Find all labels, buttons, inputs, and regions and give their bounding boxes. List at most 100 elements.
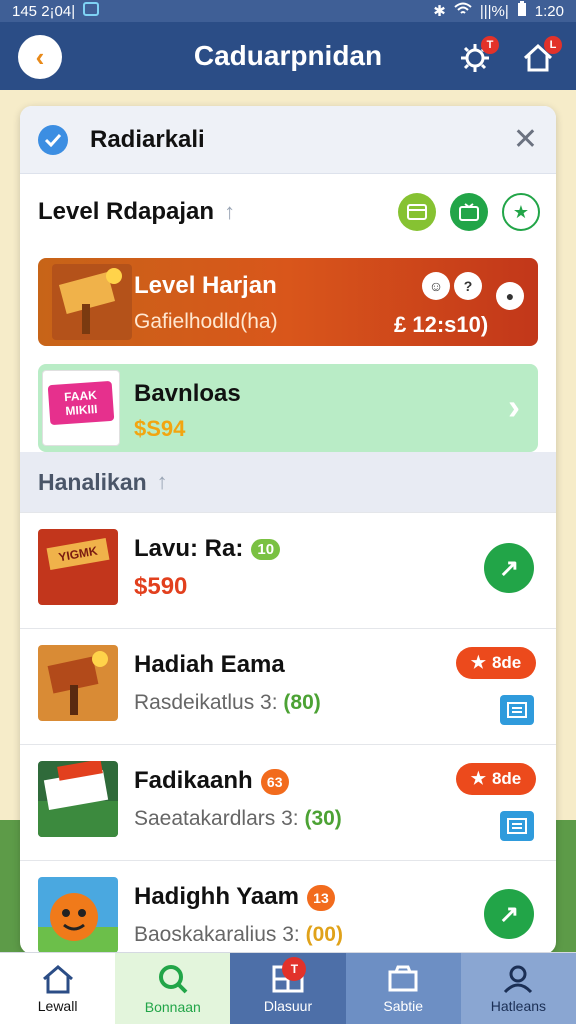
banner-price: £ 12:s10) bbox=[394, 312, 489, 337]
banner-thumbnail bbox=[52, 264, 132, 340]
filter-star-button[interactable]: ★ bbox=[502, 193, 540, 231]
list-item[interactable]: Hadighh Yaam 13 Baoskakaralius 3: (00) ↗ bbox=[20, 860, 556, 954]
user-icon[interactable]: ● bbox=[496, 282, 524, 310]
rating-badge[interactable]: ★ 8de bbox=[456, 763, 536, 795]
item-title: Fadikaanh 63 bbox=[134, 767, 289, 795]
item-thumbnail bbox=[38, 645, 118, 721]
item-tag: 10 bbox=[251, 539, 281, 561]
status-time-left: 145 2¡04| bbox=[12, 2, 76, 20]
thumb-label: YIGMK bbox=[46, 537, 110, 571]
close-icon[interactable]: ✕ bbox=[513, 122, 538, 157]
download-banner[interactable]: FAAK MIKIII Bavnloas $S94 › bbox=[38, 364, 538, 452]
item-tag: 63 bbox=[260, 768, 289, 795]
nav-label: Bonnaan bbox=[144, 998, 201, 1015]
list-header: Hanalikan ↑ bbox=[20, 452, 556, 512]
open-button[interactable]: ↗ bbox=[484, 889, 534, 939]
nav-item-dashboard[interactable]: T Dlasuur bbox=[230, 953, 346, 1024]
signal-text: |||%| bbox=[479, 2, 509, 20]
nav-item-table[interactable]: Sabtie bbox=[345, 953, 461, 1024]
sort-up-icon[interactable]: ↑ bbox=[157, 469, 168, 495]
item-subtitle: Baoskakaralius 3: (00) bbox=[134, 923, 343, 947]
home-icon bbox=[42, 964, 73, 993]
settings-badge: T bbox=[481, 36, 499, 54]
bluetooth-icon: ✱ bbox=[433, 3, 446, 20]
document-icon[interactable] bbox=[500, 811, 534, 841]
status-bar: 145 2¡04| ✱ |||%| 1:20 bbox=[0, 0, 576, 22]
star-icon: ★ bbox=[470, 653, 486, 672]
card-icon bbox=[407, 204, 427, 220]
page-title: Caduarpnidan bbox=[193, 40, 383, 71]
open-button[interactable]: ↗ bbox=[484, 543, 534, 593]
panel-title: Radiarkali bbox=[90, 125, 205, 153]
nav-label: Hatleans bbox=[490, 997, 547, 1014]
item-subtitle-text: Baoskakaralius 3: bbox=[134, 923, 300, 946]
item-tag: 13 bbox=[306, 884, 335, 911]
item-thumbnail bbox=[38, 877, 118, 953]
arrow-icon: ↗ bbox=[498, 554, 520, 582]
item-count: (30) bbox=[304, 807, 342, 830]
filter-card-button[interactable] bbox=[398, 193, 436, 231]
item-title-text: Fadikaanh bbox=[134, 767, 253, 794]
list-header-title: Hanalikan bbox=[38, 468, 147, 495]
sort-up-icon[interactable]: ↑ bbox=[224, 199, 235, 225]
rating-badge[interactable]: ★ 8de bbox=[456, 647, 536, 679]
home-badge: L bbox=[544, 36, 562, 54]
item-thumbnail bbox=[38, 761, 118, 837]
person-icon bbox=[504, 965, 533, 993]
chevron-left-icon: ‹ bbox=[35, 41, 45, 72]
bottom-nav: Lewall Bonnaan T Dlasuur Sabtie Hatleans bbox=[0, 952, 576, 1024]
profile-icon[interactable]: ☺ bbox=[422, 272, 450, 300]
filter-tv-button[interactable] bbox=[450, 193, 488, 231]
item-price: $590 bbox=[134, 573, 188, 600]
document-icon[interactable] bbox=[500, 695, 534, 725]
nav-label: Sabtie bbox=[383, 997, 424, 1014]
tv-icon bbox=[459, 203, 479, 221]
thumb-label: FAAK MIKIII bbox=[47, 380, 115, 426]
main-panel: Radiarkali ✕ Level Rdapajan ↑ ★ Level Ha… bbox=[20, 106, 556, 954]
item-count: (00) bbox=[305, 923, 343, 946]
featured-banner[interactable]: Level Harjan Gafielhodld(ha) ☺ ? ● £ 12:… bbox=[38, 258, 538, 346]
search-icon bbox=[158, 964, 188, 993]
item-subtitle: Rasdeikatlus 3: (80) bbox=[134, 691, 321, 715]
info-icon[interactable]: ? bbox=[454, 272, 482, 300]
item-title: Hadighh Yaam 13 bbox=[134, 883, 335, 911]
item-title-text: Hadighh Yaam bbox=[134, 883, 299, 910]
notification-icon bbox=[83, 2, 100, 20]
item-subtitle: Saeatakardlars 3: (30) bbox=[134, 807, 342, 831]
item-thumbnail: YIGMK bbox=[38, 529, 118, 605]
section-title: Level Rdapajan bbox=[38, 198, 215, 225]
list-item[interactable]: YIGMK Lavu: Ra: 10 $590 ↗ bbox=[20, 512, 556, 628]
check-icon bbox=[38, 124, 68, 155]
banner-title: Level Harjan bbox=[134, 272, 277, 299]
chevron-right-icon[interactable]: › bbox=[508, 386, 520, 428]
item-subtitle-text: Saeatakardlars 3: bbox=[134, 807, 299, 830]
home-button[interactable]: L bbox=[518, 36, 562, 78]
download-thumbnail: FAAK MIKIII bbox=[42, 370, 120, 446]
battery-icon bbox=[517, 1, 527, 21]
item-title: Lavu: Ra: 10 bbox=[134, 535, 281, 563]
back-button[interactable]: ‹ bbox=[18, 35, 62, 79]
nav-item-profile[interactable]: Hatleans bbox=[460, 953, 576, 1024]
status-time-right: 1:20 bbox=[534, 2, 564, 20]
rating-value: 8de bbox=[491, 769, 522, 788]
nav-label: Lewall bbox=[37, 997, 78, 1014]
item-subtitle-text: Rasdeikatlus 3: bbox=[134, 691, 278, 714]
item-title-text: Lavu: Ra: bbox=[134, 535, 244, 562]
rating-value: 8de bbox=[491, 653, 522, 672]
nav-item-bonus[interactable]: Bonnaan bbox=[115, 953, 231, 1024]
nav-label: Dlasuur bbox=[263, 997, 313, 1014]
download-title: Bavnloas bbox=[134, 380, 241, 407]
app-header: ‹ Caduarpnidan T L bbox=[0, 22, 576, 90]
settings-button[interactable]: T bbox=[455, 36, 499, 78]
wifi-icon bbox=[454, 2, 472, 20]
arrow-icon: ↗ bbox=[498, 900, 520, 928]
list-item[interactable]: Fadikaanh 63 Saeatakardlars 3: (30) ★ 8de bbox=[20, 744, 556, 860]
panel-header: Radiarkali ✕ bbox=[20, 106, 556, 174]
download-price: $S94 bbox=[134, 416, 186, 441]
box-icon bbox=[388, 965, 418, 991]
star-icon: ★ bbox=[512, 201, 530, 222]
banner-subtitle: Gafielhodld(ha) bbox=[134, 310, 278, 333]
nav-item-level[interactable]: Lewall bbox=[0, 953, 116, 1024]
star-icon: ★ bbox=[470, 769, 486, 788]
list-item[interactable]: Hadiah Eama Rasdeikatlus 3: (80) ★ 8de bbox=[20, 628, 556, 744]
